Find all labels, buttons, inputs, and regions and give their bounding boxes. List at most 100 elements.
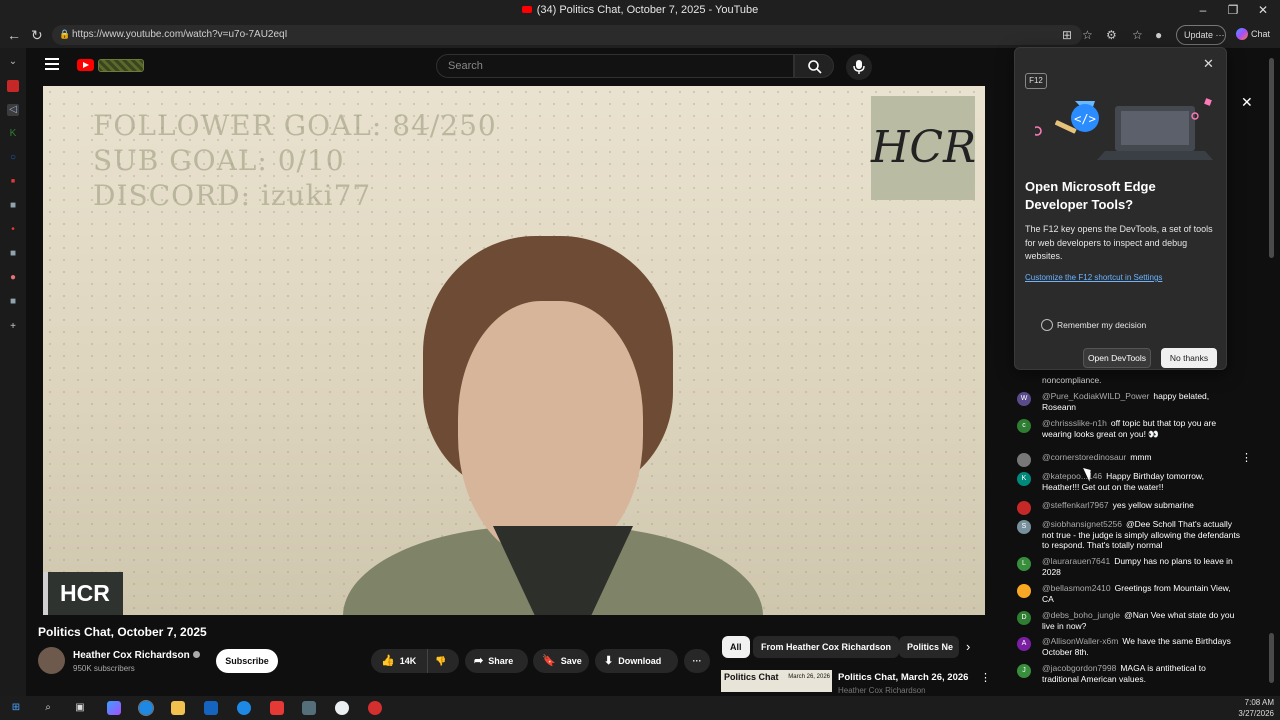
back-icon[interactable]: ← — [7, 27, 21, 43]
chat-author[interactable]: @jacobgordon7998 — [1042, 663, 1116, 673]
close-chat-icon[interactable]: ✕ — [1241, 94, 1253, 111]
chat-message: @bellasmom2410 Greetings from Mountain Vi… — [1042, 583, 1242, 604]
store-icon[interactable] — [204, 701, 218, 715]
close-window-icon[interactable]: ✕ — [1248, 3, 1278, 17]
channel-name[interactable]: Heather Cox Richardson — [73, 650, 200, 661]
app-available-icon[interactable]: ⊞ — [1062, 28, 1072, 42]
chat-partial-message: noncompliance. — [1042, 375, 1102, 385]
save-button[interactable]: 🔖 Save — [533, 649, 589, 673]
chat-author-avatar[interactable]: J — [1017, 664, 1031, 678]
chat-author[interactable]: @bellasmom2410 — [1042, 583, 1111, 593]
file-explorer-icon[interactable] — [171, 701, 185, 715]
search-input[interactable]: Search — [436, 54, 794, 78]
more-vert-icon[interactable]: ⋮ — [980, 671, 991, 684]
youtube-favicon-icon — [521, 6, 532, 13]
opera-icon[interactable] — [368, 701, 382, 715]
chat-author-avatar[interactable]: D — [1017, 611, 1031, 625]
close-dialog-icon[interactable]: ✕ — [1203, 56, 1214, 72]
chat-author-avatar[interactable]: L — [1017, 557, 1031, 571]
chat-message: @AllisonWaller-x6m We have the same Birth… — [1042, 636, 1242, 657]
no-thanks-button[interactable]: No thanks — [1161, 348, 1217, 368]
open-devtools-button[interactable]: Open DevTools — [1083, 348, 1151, 368]
tab-icon[interactable] — [7, 80, 19, 92]
chat-author[interactable]: @debs_boho_jungle — [1042, 610, 1120, 620]
restore-icon[interactable]: ❐ — [1218, 3, 1248, 17]
chat-author-avatar[interactable] — [1017, 584, 1031, 598]
start-windows-icon[interactable]: ⊞ — [9, 701, 23, 715]
chat-author[interactable]: @Pure_KodiakWILD_Power — [1042, 391, 1149, 401]
app-icon[interactable] — [335, 701, 349, 715]
stream-goal-overlay: FOLLOWER GOAL: 84/250 SUB GOAL: 0/10 DIS… — [93, 109, 497, 212]
extensions-icon[interactable]: ⚙ — [1106, 28, 1117, 42]
chevron-right-icon[interactable]: › — [966, 639, 970, 654]
task-view-icon[interactable]: ▣ — [73, 701, 87, 715]
thumbs-up-icon: 👍 — [381, 655, 395, 667]
customize-shortcut-link[interactable]: Customize the F12 shortcut in Settings — [1025, 273, 1162, 282]
chat-author[interactable]: @AllisonWaller-x6m — [1042, 636, 1118, 646]
chat-author-avatar[interactable] — [1017, 501, 1031, 515]
channel-avatar[interactable] — [38, 647, 65, 674]
refresh-icon[interactable]: ↻ — [31, 27, 43, 44]
chat-author-avatar[interactable]: c — [1017, 419, 1031, 433]
chevron-down-icon[interactable]: ⌄ — [7, 56, 19, 68]
like-button[interactable]: 👍 14K — [371, 649, 427, 673]
chip-from-channel[interactable]: From Heather Cox Richardson — [753, 636, 900, 658]
search-button[interactable] — [794, 54, 834, 78]
tab-icon[interactable]: K — [7, 128, 19, 140]
search-icon[interactable]: ⌕ — [41, 701, 55, 715]
more-actions-button[interactable]: ··· — [684, 649, 710, 673]
tab-icon[interactable]: ■ — [7, 296, 19, 308]
youtube-doodle-logo[interactable] — [98, 59, 144, 72]
tab-icon[interactable]: ○ — [7, 152, 19, 164]
chip-politics-news[interactable]: Politics Ne — [899, 636, 959, 658]
system-clock[interactable]: 7:08 AM 3/27/2026 — [1228, 697, 1274, 719]
window-titlebar: (34) Politics Chat, October 7, 2025 - Yo… — [0, 0, 1280, 22]
chat-author[interactable]: @cornerstoredinosaur — [1042, 452, 1126, 462]
youtube-app-icon[interactable] — [270, 701, 284, 715]
tab-icon[interactable]: • — [7, 224, 19, 236]
mute-tab-icon[interactable]: ◁ — [7, 104, 19, 116]
profile-avatar-icon[interactable]: ● — [1155, 28, 1162, 42]
url-field[interactable]: 🔒 https://www.youtube.com/watch?v=u7o-7AU… — [52, 25, 1082, 45]
subscribe-button[interactable]: Subscribe — [216, 649, 278, 673]
chip-all[interactable]: All — [722, 636, 750, 658]
update-button[interactable]: Update ··· — [1176, 25, 1226, 45]
voice-search-button[interactable] — [846, 54, 872, 80]
chat-message: @siobhansignet5256 @Dee Scholl That's act… — [1042, 519, 1242, 551]
new-tab-icon[interactable]: + — [7, 321, 19, 333]
minimize-icon[interactable]: – — [1188, 3, 1218, 17]
scrollbar[interactable] — [1269, 48, 1275, 688]
tab-icon[interactable]: ■ — [7, 248, 19, 260]
dislike-button[interactable]: 👎 — [427, 649, 459, 673]
chat-author-avatar[interactable]: S — [1017, 520, 1031, 534]
chat-author[interactable]: @chrissslike-n1h — [1042, 418, 1107, 428]
copilot-app-icon[interactable] — [107, 701, 121, 715]
chat-author[interactable]: @laurarauen7641 — [1042, 556, 1110, 566]
tab-icon[interactable]: ● — [7, 272, 19, 284]
share-button[interactable]: ➦ Share — [465, 649, 528, 673]
chat-author-avatar[interactable] — [1017, 453, 1031, 467]
lock-icon: 🔒 — [59, 29, 71, 39]
chat-author[interactable]: @steffenkarl7967 — [1042, 500, 1109, 510]
download-button[interactable]: ⬇ Download — [595, 649, 678, 673]
chat-author[interactable]: @siobhansignet5256 — [1042, 519, 1122, 529]
edge-browser-icon[interactable] — [138, 700, 154, 716]
remember-decision-label[interactable]: Remember my decision — [1041, 320, 1146, 330]
chat-author-avatar[interactable]: W — [1017, 392, 1031, 406]
menu-icon[interactable] — [45, 58, 59, 70]
outlook-icon[interactable] — [237, 701, 251, 715]
video-player[interactable]: FOLLOWER GOAL: 84/250 SUB GOAL: 0/10 DIS… — [43, 86, 985, 615]
youtube-logo-icon[interactable] — [77, 59, 94, 71]
chat-message-menu-icon[interactable]: ⋮ — [1241, 451, 1252, 464]
favorites-icon[interactable]: ☆ — [1132, 28, 1143, 42]
copilot-chat-button[interactable]: Chat — [1236, 28, 1270, 40]
chat-author-avatar[interactable]: K — [1017, 472, 1031, 486]
favorite-star-icon[interactable]: ☆ — [1082, 28, 1093, 42]
chat-author-avatar[interactable]: A — [1017, 637, 1031, 651]
recommended-video-title[interactable]: Politics Chat, March 26, 2026 — [838, 672, 968, 683]
app-icon[interactable] — [302, 701, 316, 715]
tab-icon[interactable]: ■ — [7, 176, 19, 188]
chat-message: @cornerstoredinosaur mmm — [1042, 452, 1242, 463]
recommended-video-thumbnail[interactable]: Politics Chat March 26, 2026 — [721, 670, 832, 692]
tab-icon[interactable]: ■ — [7, 200, 19, 212]
